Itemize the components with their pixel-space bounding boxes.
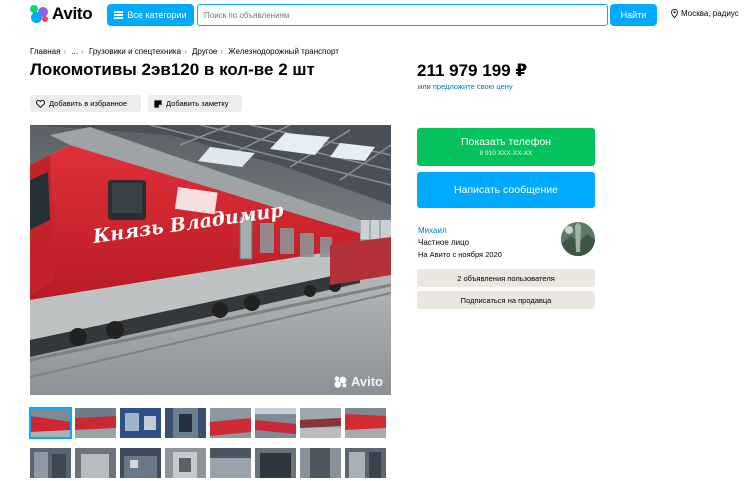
thumbnail-11[interactable]	[120, 448, 161, 478]
thumbnail-3[interactable]	[120, 408, 161, 438]
seller-ads-button[interactable]: 2 объявления пользователя	[417, 269, 595, 287]
show-phone-label: Показать телефон	[461, 136, 551, 148]
thumbnail-4[interactable]	[165, 408, 206, 438]
breadcrumb-trucks[interactable]: Грузовики и спецтехника	[89, 47, 181, 56]
thumbnail-16[interactable]	[345, 448, 386, 478]
thumbnail-7[interactable]	[300, 408, 341, 438]
watermark-text: Avito	[350, 374, 383, 389]
photo-watermark: Avito	[334, 374, 383, 389]
show-phone-button[interactable]: Показать телефон 8 910 XXX-XX-XX	[417, 128, 595, 166]
thumbnail-14[interactable]	[255, 448, 296, 478]
price-offer-prefix: или	[418, 82, 431, 91]
suggest-price-link[interactable]: предложите свою цену	[433, 82, 513, 91]
favorites-label: Добавить в избранное	[49, 99, 128, 108]
thumbnail-15[interactable]	[300, 448, 341, 478]
location-pin-icon	[671, 9, 678, 18]
watermark-logo-icon	[334, 375, 347, 388]
all-categories-button[interactable]: Все категории	[107, 4, 194, 26]
add-note-button[interactable]: Добавить заметку	[148, 95, 242, 112]
note-label: Добавить заметку	[166, 99, 229, 108]
add-to-favorites-button[interactable]: Добавить в избранное	[30, 95, 141, 112]
avito-logo-icon	[30, 5, 50, 23]
note-icon	[154, 99, 162, 108]
main-photo[interactable]: Князь Владимир Avito	[30, 125, 391, 395]
thumbnail-10[interactable]	[75, 448, 116, 478]
avatar-image	[561, 222, 595, 256]
breadcrumb: Главная › ... › Грузовики и спецтехника › Д…	[30, 47, 339, 56]
listing-price: 211 979 199 ₽	[417, 61, 528, 80]
header: Avito Все категории Найти Москва, радиус	[0, 0, 750, 30]
thumbnail-8[interactable]	[345, 408, 386, 438]
price-offer: или предложите свою цену	[418, 82, 513, 91]
find-button[interactable]: Найти	[610, 4, 657, 26]
write-message-button[interactable]: Написать сообщение	[417, 172, 595, 208]
locomotive-photo: Князь Владимир	[30, 125, 391, 395]
all-categories-label: Все категории	[127, 10, 187, 20]
thumbnail-5[interactable]	[210, 408, 251, 438]
breadcrumb-home[interactable]: Главная	[30, 47, 60, 56]
menu-icon	[114, 11, 124, 19]
thumbnail-13[interactable]	[210, 448, 251, 478]
seller-since: На Авито с ноября 2020	[418, 250, 502, 259]
breadcrumb-other[interactable]: Другое	[192, 47, 217, 56]
thumbnail-9[interactable]	[30, 448, 71, 478]
thumbnail-1[interactable]	[29, 407, 72, 439]
thumbnail-2[interactable]	[75, 408, 116, 438]
avito-logo[interactable]: Avito	[30, 4, 93, 24]
masked-phone-number: 8 910 XXX-XX-XX	[479, 150, 533, 157]
breadcrumb-railway[interactable]: Железнодорожный транспорт	[228, 47, 339, 56]
seller-name-link[interactable]: Михаил	[418, 226, 447, 235]
search-input[interactable]	[198, 5, 607, 26]
logo-text: Avito	[52, 4, 93, 23]
seller-type: Частное лицо	[418, 238, 470, 247]
breadcrumb-ellipsis[interactable]: ...	[71, 47, 78, 56]
listing-title: Локомотивы 2эв120 в кол-ве 2 шт	[30, 60, 315, 79]
location-label: Москва, радиус	[681, 9, 739, 18]
subscribe-seller-button[interactable]: Подписаться на продавца	[417, 291, 595, 309]
search-box	[197, 4, 608, 26]
seller-avatar[interactable]	[561, 222, 595, 256]
thumbnail-6[interactable]	[255, 408, 296, 438]
location-selector[interactable]: Москва, радиус	[671, 9, 739, 18]
thumbnail-12[interactable]	[165, 448, 206, 478]
heart-icon	[36, 99, 45, 108]
